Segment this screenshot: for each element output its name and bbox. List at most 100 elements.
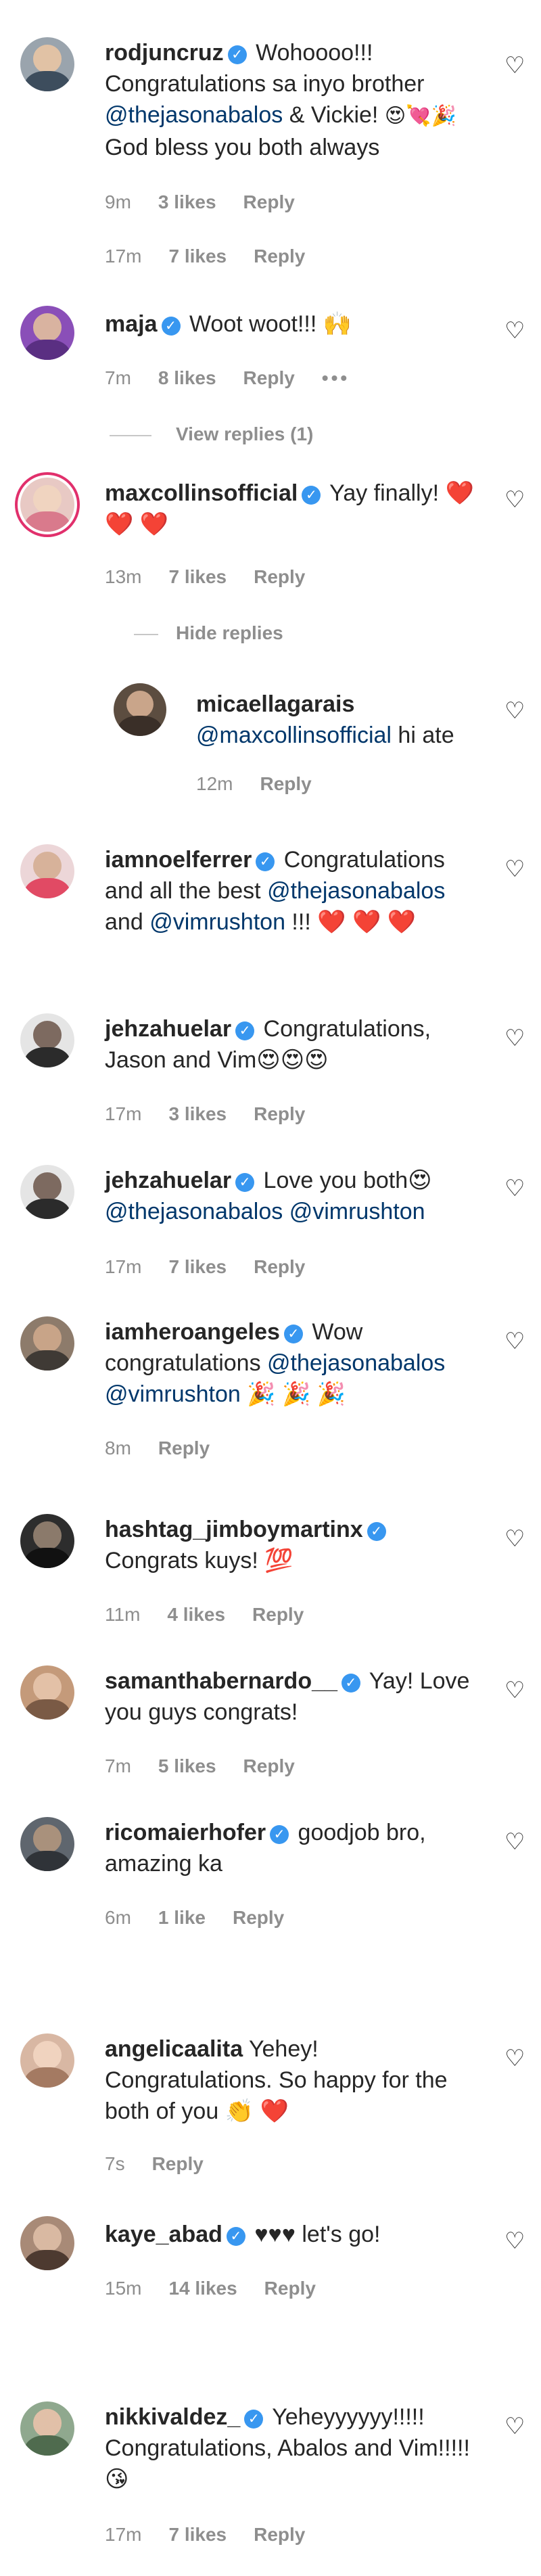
like-heart-icon[interactable]: ♡ (504, 1831, 525, 1854)
like-heart-icon[interactable]: ♡ (504, 2415, 525, 2438)
comment-body: samanthabernardo__ ✓ Yay! Love you guys c… (105, 1668, 470, 1725)
reply-button[interactable]: Reply (243, 1755, 295, 1776)
hide-replies-button[interactable]: Hide replies (134, 622, 283, 644)
mention-link[interactable]: @vimrushton (289, 1199, 425, 1224)
reply-button[interactable]: Reply (152, 2153, 204, 2174)
verified-badge-icon: ✓ (161, 317, 181, 336)
likes-count[interactable]: 7 likes (168, 1256, 227, 1277)
reply-button[interactable]: Reply (254, 1256, 305, 1277)
comment-body: iamnoelferrer ✓ Congratulations and all t… (105, 847, 446, 935)
like-heart-icon[interactable]: ♡ (504, 319, 525, 342)
verified-badge-icon: ✓ (235, 1173, 255, 1192)
verified-badge-icon: ✓ (226, 2227, 245, 2246)
username[interactable]: iamnoelferrer (105, 847, 252, 873)
reply-button[interactable]: Reply (243, 367, 295, 388)
verified-badge-icon: ✓ (283, 1325, 303, 1343)
mention-link[interactable]: @maxcollinsofficial (196, 722, 392, 748)
like-heart-icon[interactable]: ♡ (504, 1527, 525, 1550)
comment-body: ricomaierhofer ✓ goodjob bro, amazing ka (105, 1820, 426, 1877)
likes-count[interactable]: 4 likes (167, 1604, 225, 1625)
comment-body: micaellagarais @maxcollinsofficial hi at… (196, 691, 454, 748)
avatar-kaye_abad[interactable] (20, 2216, 74, 2270)
like-heart-icon[interactable]: ♡ (504, 2047, 525, 2070)
mention-link[interactable]: @vimrushton (149, 909, 285, 935)
verified-badge-icon: ✓ (227, 45, 247, 64)
avatar-rodjuncruz[interactable] (20, 37, 74, 91)
mention-link[interactable]: @thejasonabalos (105, 1199, 283, 1224)
comment-body: iamheroangeles ✓ Wow congratulations @the… (105, 1319, 446, 1407)
comment-body: maxcollinsofficial ✓ Yay finally! ❤️ ❤️ ❤… (105, 480, 474, 537)
like-heart-icon[interactable]: ♡ (504, 1679, 525, 1702)
verified-badge-icon: ✓ (367, 1522, 386, 1541)
likes-count[interactable]: 7 likes (168, 2524, 227, 2545)
like-heart-icon[interactable]: ♡ (504, 858, 525, 881)
likes-count[interactable]: 3 likes (168, 1103, 227, 1124)
avatar-iamnoelferrer[interactable] (20, 844, 74, 898)
reply-button[interactable]: Reply (158, 1438, 210, 1458)
avatar-angelicaalita[interactable] (20, 2033, 74, 2088)
username[interactable]: maja (105, 311, 158, 337)
mention-link[interactable]: @thejasonabalos (267, 1350, 445, 1376)
like-heart-icon[interactable]: ♡ (504, 2230, 525, 2253)
likes-count[interactable]: 1 like (158, 1907, 206, 1928)
username[interactable]: ricomaierhofer (105, 1820, 266, 1845)
reply-button[interactable]: Reply (252, 1604, 304, 1625)
avatar-ricomaierhofer[interactable] (20, 1817, 74, 1871)
avatar-nikkivaldez[interactable] (20, 2401, 74, 2456)
username[interactable]: hashtag_jimboymartinx (105, 1517, 363, 1542)
likes-count[interactable]: 7 likes (168, 246, 227, 267)
username[interactable]: jehzahuelar (105, 1016, 231, 1042)
mention-link[interactable]: @thejasonabalos (105, 102, 283, 128)
avatar-maxcollinsofficial[interactable] (20, 478, 74, 532)
username[interactable]: maxcollinsofficial (105, 480, 298, 506)
like-heart-icon[interactable]: ♡ (504, 699, 525, 722)
like-heart-icon[interactable]: ♡ (504, 488, 525, 511)
more-options-icon[interactable]: ••• (322, 367, 350, 388)
reply-button[interactable]: Reply (254, 246, 305, 267)
avatar-iamheroangeles[interactable] (20, 1316, 74, 1371)
username[interactable]: micaellagarais (196, 691, 354, 717)
like-heart-icon[interactable]: ♡ (504, 1177, 525, 1200)
comment-body: angelicaalita Yehey! Congratulations. So… (105, 2036, 448, 2124)
reply-button[interactable]: Reply (260, 773, 311, 794)
avatar-jehzahuelar[interactable] (20, 1165, 74, 1219)
likes-count[interactable]: 5 likes (158, 1755, 216, 1776)
like-heart-icon[interactable]: ♡ (504, 1027, 525, 1050)
verified-badge-icon: ✓ (302, 486, 321, 505)
comment-body: kaye_abad ✓ ♥♥♥ let's go! (105, 2222, 381, 2247)
reply-button[interactable]: Reply (254, 566, 305, 587)
username[interactable]: jehzahuelar (105, 1168, 231, 1193)
likes-count[interactable]: 14 likes (168, 2278, 237, 2299)
username[interactable]: nikkivaldez_ (105, 2404, 240, 2430)
avatar-micaellagarais[interactable] (114, 683, 166, 736)
reply-button[interactable]: Reply (254, 2524, 305, 2545)
like-heart-icon[interactable]: ♡ (504, 1330, 525, 1353)
mention-link[interactable]: @vimrushton (105, 1381, 241, 1407)
avatar-samanthabernardo[interactable] (20, 1665, 74, 1720)
avatar-hashtag_jimboymartinx[interactable] (20, 1514, 74, 1568)
username[interactable]: kaye_abad (105, 2222, 222, 2247)
reply-button[interactable]: Reply (243, 191, 295, 212)
view-replies-button[interactable]: View replies (1) (110, 423, 313, 445)
username[interactable]: angelicaalita (105, 2036, 243, 2062)
timestamp: 13m (105, 566, 142, 587)
likes-count[interactable]: 3 likes (158, 191, 216, 212)
like-heart-icon[interactable]: ♡ (504, 54, 525, 77)
likes-count[interactable]: 7 likes (168, 566, 227, 587)
timestamp: 11m (105, 1604, 141, 1625)
likes-count[interactable]: 8 likes (158, 367, 216, 388)
reply-button[interactable]: Reply (233, 1907, 284, 1928)
timestamp: 17m (105, 2524, 142, 2545)
timestamp: 9m (105, 191, 131, 212)
avatar-jehzahuelar[interactable] (20, 1013, 74, 1067)
timestamp: 7m (105, 1755, 131, 1776)
avatar-maja[interactable] (20, 306, 74, 360)
reply-button[interactable]: Reply (254, 1103, 305, 1124)
username[interactable]: iamheroangeles (105, 1319, 280, 1345)
username[interactable]: rodjuncruz (105, 40, 224, 66)
reply-button[interactable]: Reply (264, 2278, 316, 2299)
timestamp: 15m (105, 2278, 142, 2299)
mention-link[interactable]: @thejasonabalos (267, 878, 445, 904)
username[interactable]: samanthabernardo__ (105, 1668, 337, 1694)
verified-badge-icon: ✓ (270, 1825, 289, 1844)
